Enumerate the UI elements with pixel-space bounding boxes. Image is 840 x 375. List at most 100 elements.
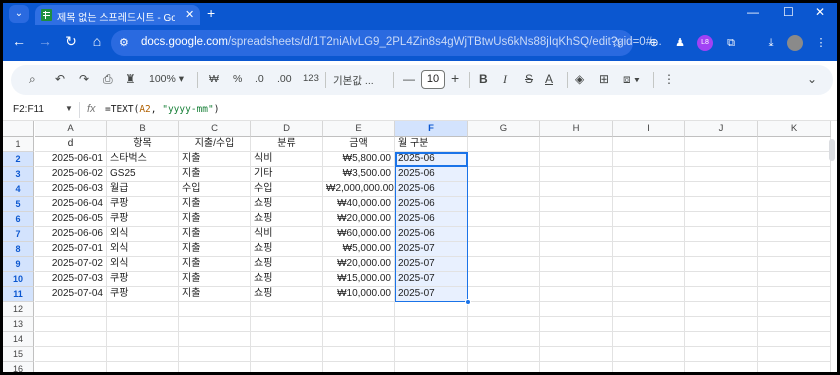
cell-a9[interactable]: 2025-07-02 [35, 257, 107, 272]
cell-b10[interactable]: 쿠팡 [107, 272, 179, 287]
cell-g5[interactable] [468, 197, 540, 212]
redo-icon[interactable]: ↷ [79, 72, 89, 86]
bookmark-star-icon[interactable]: ☆ [611, 35, 623, 51]
cell-k15[interactable] [758, 347, 831, 362]
column-header-c[interactable]: C [179, 121, 251, 137]
cell-j1[interactable] [685, 137, 758, 152]
collapse-toolbar-icon[interactable]: ⌄ [807, 72, 817, 86]
cell-b7[interactable]: 외식 [107, 227, 179, 242]
cell-a7[interactable]: 2025-06-06 [35, 227, 107, 242]
cell-g7[interactable] [468, 227, 540, 242]
cell-h8[interactable] [540, 242, 613, 257]
cell-j3[interactable] [685, 167, 758, 182]
cell-b3[interactable]: GS25 [107, 167, 179, 182]
cell-k3[interactable] [758, 167, 831, 182]
increase-font-size-icon[interactable]: + [451, 70, 459, 86]
cell-b6[interactable]: 쿠팡 [107, 212, 179, 227]
cell-h15[interactable] [540, 347, 613, 362]
zoom-select[interactable]: 100% ▾ [149, 73, 184, 85]
cell-f12[interactable] [395, 302, 468, 317]
cell-j7[interactable] [685, 227, 758, 242]
cell-k9[interactable] [758, 257, 831, 272]
cell-d14[interactable] [251, 332, 323, 347]
cell-i16[interactable] [613, 362, 685, 372]
increase-decimal-button[interactable]: .00 [277, 73, 292, 85]
cell-k8[interactable] [758, 242, 831, 257]
cell-i11[interactable] [613, 287, 685, 302]
row-header-5[interactable]: 5 [3, 197, 34, 212]
cell-f11[interactable]: 2025-07 [395, 287, 468, 302]
cell-h9[interactable] [540, 257, 613, 272]
column-header-j[interactable]: J [685, 121, 758, 137]
tab-search-button[interactable]: ⌄ [9, 5, 29, 23]
cell-e7[interactable]: ₩60,000.00 [323, 227, 395, 242]
cell-a6[interactable]: 2025-06-05 [35, 212, 107, 227]
more-options-icon[interactable]: ⋮ [663, 72, 675, 86]
cell-h5[interactable] [540, 197, 613, 212]
cell-h16[interactable] [540, 362, 613, 372]
cell-k7[interactable] [758, 227, 831, 242]
cell-d11[interactable]: 쇼핑 [251, 287, 323, 302]
cell-g8[interactable] [468, 242, 540, 257]
cell-k5[interactable] [758, 197, 831, 212]
column-header-e[interactable]: E [323, 121, 395, 137]
cell-c6[interactable]: 지출 [179, 212, 251, 227]
cell-d9[interactable]: 쇼핑 [251, 257, 323, 272]
cell-k14[interactable] [758, 332, 831, 347]
column-header-d[interactable]: D [251, 121, 323, 137]
cell-c9[interactable]: 지출 [179, 257, 251, 272]
cell-b1[interactable]: 항목 [107, 137, 179, 152]
cell-f13[interactable] [395, 317, 468, 332]
cell-j13[interactable] [685, 317, 758, 332]
cell-j11[interactable] [685, 287, 758, 302]
cell-k4[interactable] [758, 182, 831, 197]
maximize-icon[interactable]: ☐ [783, 5, 794, 19]
font-select[interactable]: 기본값 ... [333, 73, 374, 88]
cell-e2[interactable]: ₩5,800.00 [323, 152, 395, 167]
new-tab-button[interactable]: + [207, 5, 215, 21]
row-header-15[interactable]: 15 [3, 347, 34, 362]
close-tab-icon[interactable]: ✕ [185, 8, 194, 21]
strikethrough-icon[interactable]: S [525, 72, 533, 86]
row-header-16[interactable]: 16 [3, 362, 34, 372]
cell-g12[interactable] [468, 302, 540, 317]
cell-h14[interactable] [540, 332, 613, 347]
avatar[interactable] [787, 35, 803, 51]
cell-c14[interactable] [179, 332, 251, 347]
cell-d1[interactable]: 분류 [251, 137, 323, 152]
cell-c7[interactable]: 지출 [179, 227, 251, 242]
cell-j15[interactable] [685, 347, 758, 362]
number-format-button[interactable]: 123 [303, 73, 319, 84]
close-window-icon[interactable]: ✕ [815, 5, 825, 19]
cell-i5[interactable] [613, 197, 685, 212]
cell-g1[interactable] [468, 137, 540, 152]
cell-j4[interactable] [685, 182, 758, 197]
cell-d13[interactable] [251, 317, 323, 332]
row-header-6[interactable]: 6 [3, 212, 34, 227]
row-header-7[interactable]: 7 [3, 227, 34, 242]
cell-i8[interactable] [613, 242, 685, 257]
formula-input[interactable]: =TEXT(A2, "yyyy-mm") [105, 104, 219, 115]
print-icon[interactable]: ⎙ [103, 72, 113, 87]
cell-j5[interactable] [685, 197, 758, 212]
cell-g4[interactable] [468, 182, 540, 197]
cell-d10[interactable]: 쇼핑 [251, 272, 323, 287]
vertical-scrollbar[interactable] [829, 139, 835, 161]
cell-g11[interactable] [468, 287, 540, 302]
cell-k6[interactable] [758, 212, 831, 227]
globe-icon[interactable]: ⊕ [646, 35, 662, 51]
cell-c3[interactable]: 지출 [179, 167, 251, 182]
font-size-input[interactable]: 10 [421, 70, 445, 89]
cell-a1[interactable]: d [35, 137, 107, 152]
cell-g2[interactable] [468, 152, 540, 167]
cell-j16[interactable] [685, 362, 758, 372]
cell-c1[interactable]: 지출/수입 [179, 137, 251, 152]
cell-g3[interactable] [468, 167, 540, 182]
row-header-1[interactable]: 1 [3, 137, 34, 152]
paint-format-icon[interactable]: ♜ [125, 72, 136, 86]
cell-c5[interactable]: 지출 [179, 197, 251, 212]
row-header-10[interactable]: 10 [3, 272, 34, 287]
cell-h7[interactable] [540, 227, 613, 242]
merge-cells-icon[interactable]: ⧈ ▾ [623, 72, 640, 87]
profile-badge[interactable]: L8 [697, 35, 713, 51]
